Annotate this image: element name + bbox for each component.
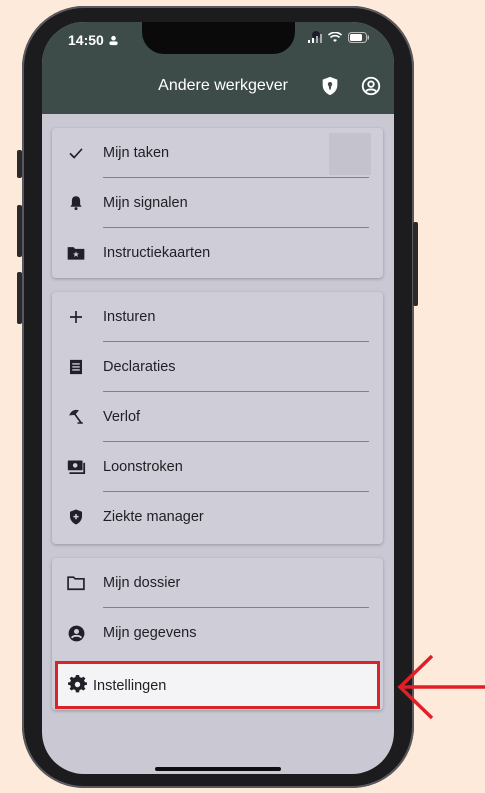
home-indicator[interactable]: [155, 767, 281, 771]
app-header: 14:50 Andere werkgever: [42, 22, 394, 114]
menu-item-label: Declaraties: [103, 359, 176, 375]
menu-item-mijn-taken[interactable]: Mijn taken: [52, 128, 383, 178]
menu-card-tasks: Mijn taken Mijn signalen Instructiekaart…: [52, 128, 383, 278]
menu-item-label: Instructiekaarten: [103, 245, 211, 261]
folder-star-icon: [66, 243, 86, 263]
receipt-icon: [66, 357, 86, 377]
menu-item-label: Mijn taken: [103, 145, 170, 161]
battery-icon: [348, 32, 369, 43]
wifi-icon: [328, 32, 342, 42]
silent-switch: [17, 150, 22, 178]
menu-card-requests: Insturen Declaraties Verlof Loonstroken: [52, 292, 383, 544]
status-time: 14:50: [68, 32, 119, 48]
menu-item-insturen[interactable]: Insturen: [52, 292, 383, 342]
account-icon[interactable]: [360, 75, 382, 97]
status-time-text: 14:50: [68, 32, 104, 48]
menu-item-label: Mijn gegevens: [103, 625, 197, 641]
person-icon: [109, 35, 118, 46]
payslip-icon: [66, 457, 86, 477]
menu-item-mijn-gegevens[interactable]: Mijn gegevens: [52, 608, 383, 658]
volume-up-button: [17, 205, 22, 257]
menu-item-label: Ziekte manager: [103, 509, 204, 525]
header-title: Andere werkgever: [158, 77, 288, 94]
menu-item-instellingen[interactable]: Instellingen: [55, 661, 380, 709]
folder-icon: [66, 573, 86, 593]
menu-item-label: Insturen: [103, 309, 156, 325]
menu-item-label: Loonstroken: [103, 459, 183, 475]
plus-icon: [66, 307, 86, 327]
shield-plus-icon: [66, 507, 86, 527]
menu-item-label: Mijn dossier: [103, 575, 181, 591]
power-button: [413, 222, 418, 306]
menu-item-label: Mijn signalen: [103, 195, 188, 211]
menu-item-mijn-dossier[interactable]: Mijn dossier: [52, 558, 383, 608]
shield-icon[interactable]: [319, 75, 341, 97]
beach-umbrella-icon: [66, 407, 86, 427]
annotation-arrow: [397, 654, 485, 720]
volume-down-button: [17, 272, 22, 324]
menu-item-label: Verlof: [103, 409, 141, 425]
menu-item-verlof[interactable]: Verlof: [52, 392, 383, 442]
status-icons: [308, 32, 370, 43]
menu-item-instructiekaarten[interactable]: Instructiekaarten: [52, 228, 383, 278]
notch: [142, 22, 320, 54]
cellular-signal-icon: [308, 33, 322, 43]
menu-item-mijn-signalen[interactable]: Mijn signalen: [52, 178, 383, 228]
menu-item-label: Instellingen: [93, 678, 167, 694]
menu-item-ziekte-manager[interactable]: Ziekte manager: [52, 492, 383, 542]
phone-screen: 14:50 Andere werkgever Mijn taken Mijn s…: [42, 22, 394, 774]
menu-item-loonstroken[interactable]: Loonstroken: [52, 442, 383, 492]
check-icon: [66, 143, 86, 163]
account-circle-icon: [66, 623, 86, 643]
menu-item-declaraties[interactable]: Declaraties: [52, 342, 383, 392]
gear-icon: [68, 674, 88, 695]
bell-icon: [66, 193, 86, 213]
